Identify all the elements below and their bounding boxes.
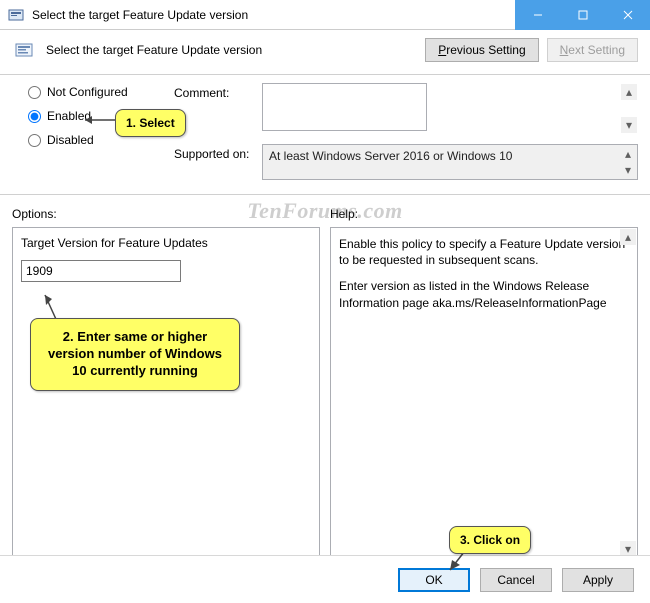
- scroll-up-icon[interactable]: ▴: [620, 229, 636, 245]
- dialog-footer: OK Cancel Apply: [0, 555, 650, 603]
- help-label: Help:: [330, 207, 638, 221]
- window-title: Select the target Feature Update version: [32, 8, 515, 22]
- scroll-down-icon[interactable]: ▾: [621, 117, 637, 133]
- callout-1: 1. Select: [115, 109, 186, 137]
- window-controls: [515, 0, 650, 30]
- cancel-button[interactable]: Cancel: [480, 568, 552, 592]
- options-panel: Target Version for Feature Updates: [12, 227, 320, 559]
- target-version-input[interactable]: [21, 260, 181, 282]
- radio-not-configured[interactable]: Not Configured: [28, 85, 158, 99]
- previous-setting-button[interactable]: Previous Setting: [425, 38, 538, 62]
- apply-button[interactable]: Apply: [562, 568, 634, 592]
- scroll-down-icon[interactable]: ▾: [620, 162, 636, 178]
- policy-header: Select the target Feature Update version…: [0, 30, 650, 70]
- supported-on-label: Supported on:: [174, 144, 256, 161]
- options-label: Options:: [12, 207, 320, 221]
- close-button[interactable]: [605, 0, 650, 30]
- scroll-up-icon[interactable]: ▴: [620, 146, 636, 162]
- policy-title: Select the target Feature Update version: [46, 43, 415, 57]
- help-column: Help: Enable this policy to specify a Fe…: [330, 207, 638, 559]
- policy-icon: [12, 38, 36, 62]
- maximize-button[interactable]: [560, 0, 605, 30]
- callout-3: 3. Click on: [449, 526, 531, 554]
- divider: [0, 194, 650, 195]
- radio-label: Disabled: [47, 133, 94, 147]
- radio-disabled-input[interactable]: [28, 134, 41, 147]
- comment-input[interactable]: [262, 83, 427, 131]
- scroll-up-icon[interactable]: ▴: [621, 84, 637, 100]
- callout-2: 2. Enter same or higher version number o…: [30, 318, 240, 391]
- app-icon: [8, 7, 24, 23]
- radio-not-configured-input[interactable]: [28, 86, 41, 99]
- divider: [0, 74, 650, 75]
- minimize-button[interactable]: [515, 0, 560, 30]
- window-titlebar: Select the target Feature Update version: [0, 0, 650, 30]
- next-setting-button: Next Setting: [547, 38, 638, 62]
- help-panel: Enable this policy to specify a Feature …: [330, 227, 638, 559]
- radio-label: Not Configured: [47, 85, 128, 99]
- comment-label: Comment:: [174, 83, 256, 100]
- option-field-label: Target Version for Feature Updates: [21, 236, 311, 250]
- radio-enabled-input[interactable]: [28, 110, 41, 123]
- config-area: Not Configured Enabled Disabled Comment:…: [0, 79, 650, 190]
- help-text: Enable this policy to specify a Feature …: [339, 236, 629, 311]
- supported-on-value: At least Windows Server 2016 or Windows …: [262, 144, 638, 180]
